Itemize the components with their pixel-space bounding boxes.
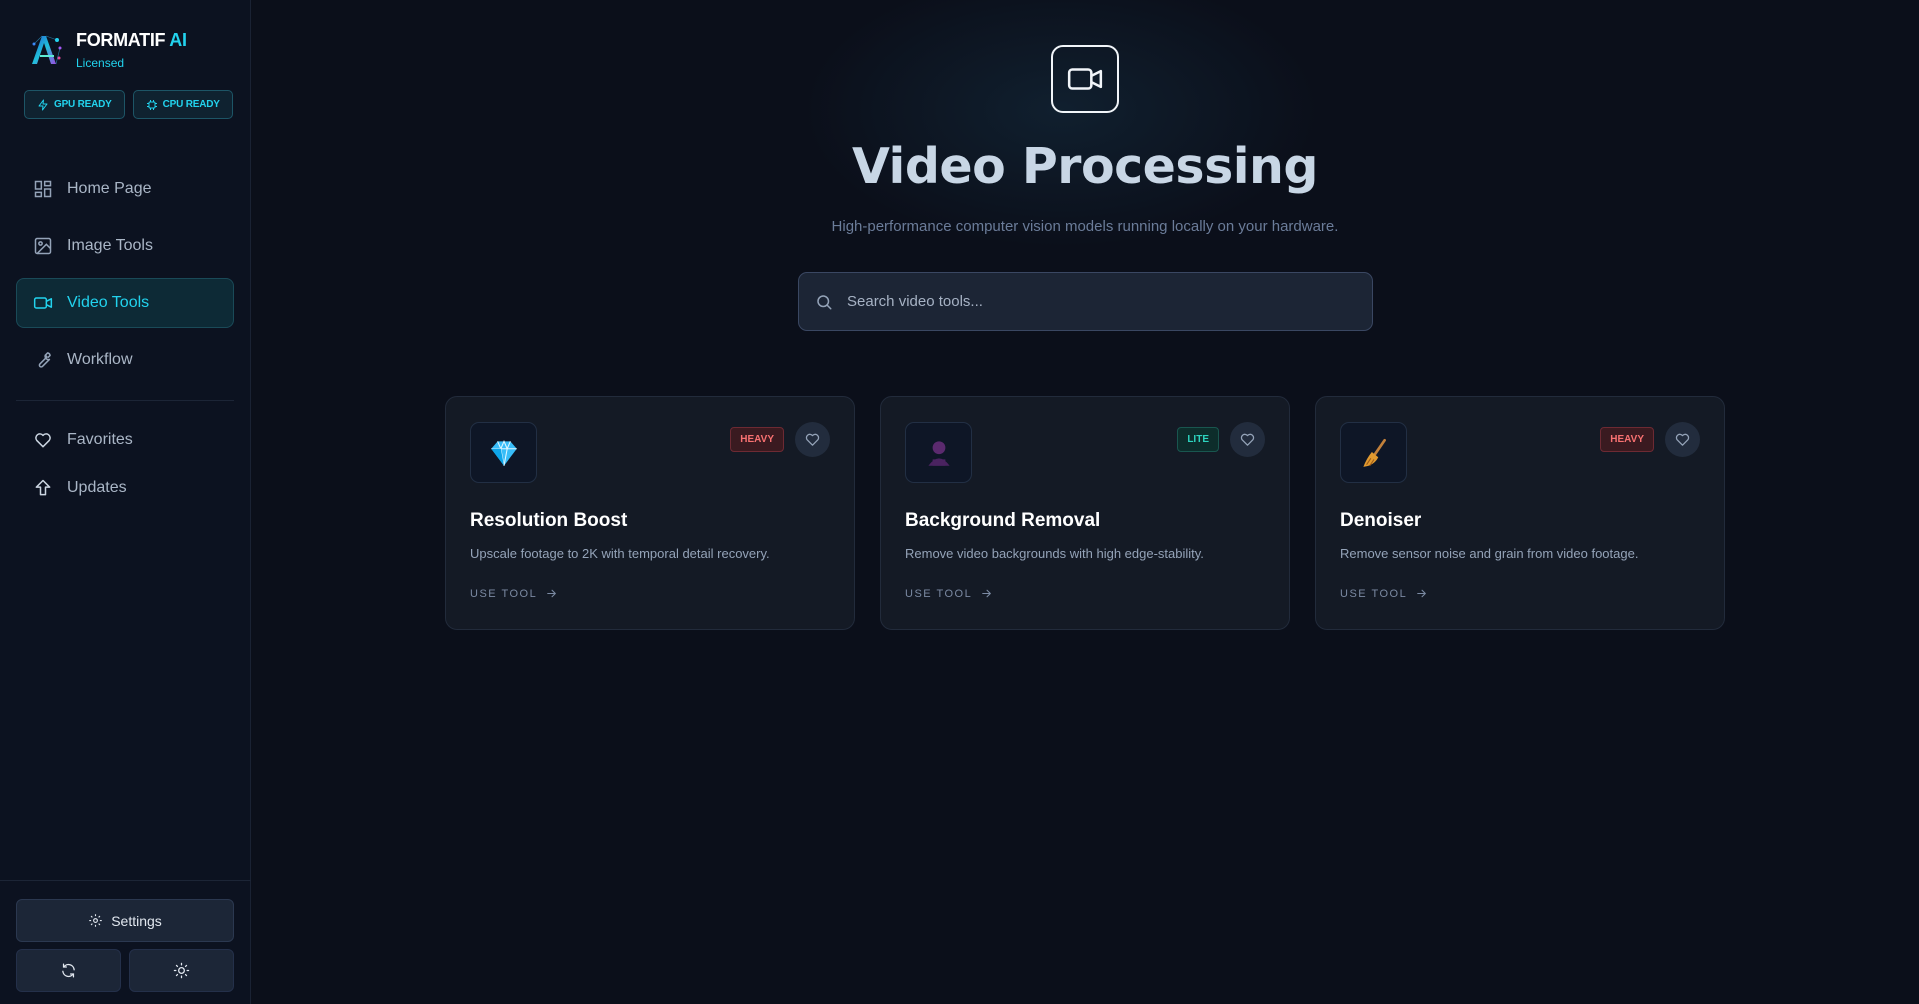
video-icon [33, 297, 53, 309]
logo-icon [32, 35, 62, 65]
upload-arrow-icon [35, 479, 51, 496]
grid-icon [34, 180, 52, 198]
sidebar-footer: Settings [0, 880, 251, 1004]
main-nav: Home Page Image Tools Video Tools Workfl… [16, 164, 234, 392]
cpu-ready-badge: CPU READY [132, 90, 233, 119]
tool-card-background-removal[interactable]: LITE Background Removal Remove video bac… [880, 396, 1290, 630]
brand: FORMATIF AI Licensed [26, 30, 187, 70]
nav-item-favorites[interactable]: Favorites [16, 418, 234, 462]
chip-icon [146, 99, 157, 110]
tool-card-resolution-boost[interactable]: HEAVY Resolution Boost Upscale footage t… [445, 396, 855, 630]
nav-label: Workflow [67, 351, 133, 368]
tool-description: Remove sensor noise and grain from video… [1340, 546, 1639, 561]
tag-heavy: HEAVY [1600, 427, 1654, 452]
nav-item-video-tools[interactable]: Video Tools [16, 278, 234, 328]
tool-icon-frame [1340, 422, 1407, 483]
tool-cards: HEAVY Resolution Boost Upscale footage t… [445, 396, 1725, 630]
nav-item-home[interactable]: Home Page [16, 164, 234, 214]
use-tool-link[interactable]: USE TOOL [905, 587, 993, 600]
arrow-right-icon [982, 589, 992, 598]
arrow-right-icon [547, 589, 557, 598]
tool-icon-frame [470, 422, 537, 483]
diamond-icon [490, 439, 517, 466]
tool-icon-frame [905, 422, 972, 483]
nav-label: Image Tools [67, 237, 153, 254]
main-content: Video Processing High-performance comput… [251, 0, 1919, 1004]
secondary-nav: Favorites Updates [16, 418, 234, 514]
broom-icon [1362, 438, 1386, 467]
sidebar: FORMATIF AI Licensed GPU READY CPU READY … [0, 0, 251, 1004]
use-tool-link[interactable]: USE TOOL [470, 587, 558, 600]
search-input[interactable] [847, 293, 1372, 310]
nav-label: Updates [67, 479, 127, 496]
tool-card-denoiser[interactable]: HEAVY Denoiser Remove sensor noise and g… [1315, 396, 1725, 630]
favorite-button[interactable] [1665, 422, 1700, 457]
person-silhouette-icon [927, 440, 950, 466]
license-status: Licensed [76, 56, 125, 70]
nav-label: Video Tools [67, 294, 150, 311]
favorite-button[interactable] [1230, 422, 1265, 457]
brand-name: FORMATIF AI [76, 30, 187, 50]
nav-item-image-tools[interactable]: Image Tools [16, 221, 234, 271]
status-badges: GPU READY CPU READY [24, 90, 233, 119]
refresh-icon [62, 963, 75, 978]
use-tool-link[interactable]: USE TOOL [1340, 587, 1428, 600]
search-icon [817, 294, 832, 309]
wrench-icon [38, 352, 51, 368]
tool-description: Remove video backgrounds with high edge-… [905, 546, 1204, 561]
arrow-right-icon [1417, 589, 1427, 598]
favorite-button[interactable] [795, 422, 830, 457]
hero-icon-frame [1051, 45, 1119, 113]
nav-item-updates[interactable]: Updates [16, 466, 234, 510]
theme-toggle-button[interactable] [129, 949, 234, 992]
app-root: FORMATIF AI Licensed GPU READY CPU READY … [0, 0, 1919, 1004]
refresh-button[interactable] [16, 949, 121, 992]
lightning-icon [38, 99, 48, 110]
sun-icon [173, 962, 190, 979]
gear-icon [89, 914, 102, 927]
video-camera-icon [1067, 68, 1103, 90]
nav-label: Favorites [67, 431, 133, 448]
tool-title: Resolution Boost [470, 510, 628, 531]
gpu-ready-badge: GPU READY [24, 90, 125, 119]
nav-label: Home Page [67, 180, 152, 197]
image-icon [34, 237, 52, 255]
settings-button[interactable]: Settings [16, 899, 234, 942]
search-box [798, 272, 1373, 331]
tag-heavy: HEAVY [730, 427, 784, 452]
tool-description: Upscale footage to 2K with temporal deta… [470, 546, 770, 561]
heart-icon [805, 433, 820, 446]
page-title: Video Processing [852, 138, 1319, 195]
heart-icon [1240, 433, 1255, 446]
nav-divider [16, 400, 234, 401]
heart-icon [1675, 433, 1690, 446]
tag-lite: LITE [1177, 427, 1219, 452]
tool-title: Background Removal [905, 510, 1101, 531]
nav-item-workflow[interactable]: Workflow [16, 335, 234, 385]
tool-title: Denoiser [1340, 510, 1422, 531]
page-subtitle: High-performance computer vision models … [831, 218, 1339, 235]
settings-label: Settings [111, 912, 162, 929]
heart-icon [35, 433, 51, 448]
